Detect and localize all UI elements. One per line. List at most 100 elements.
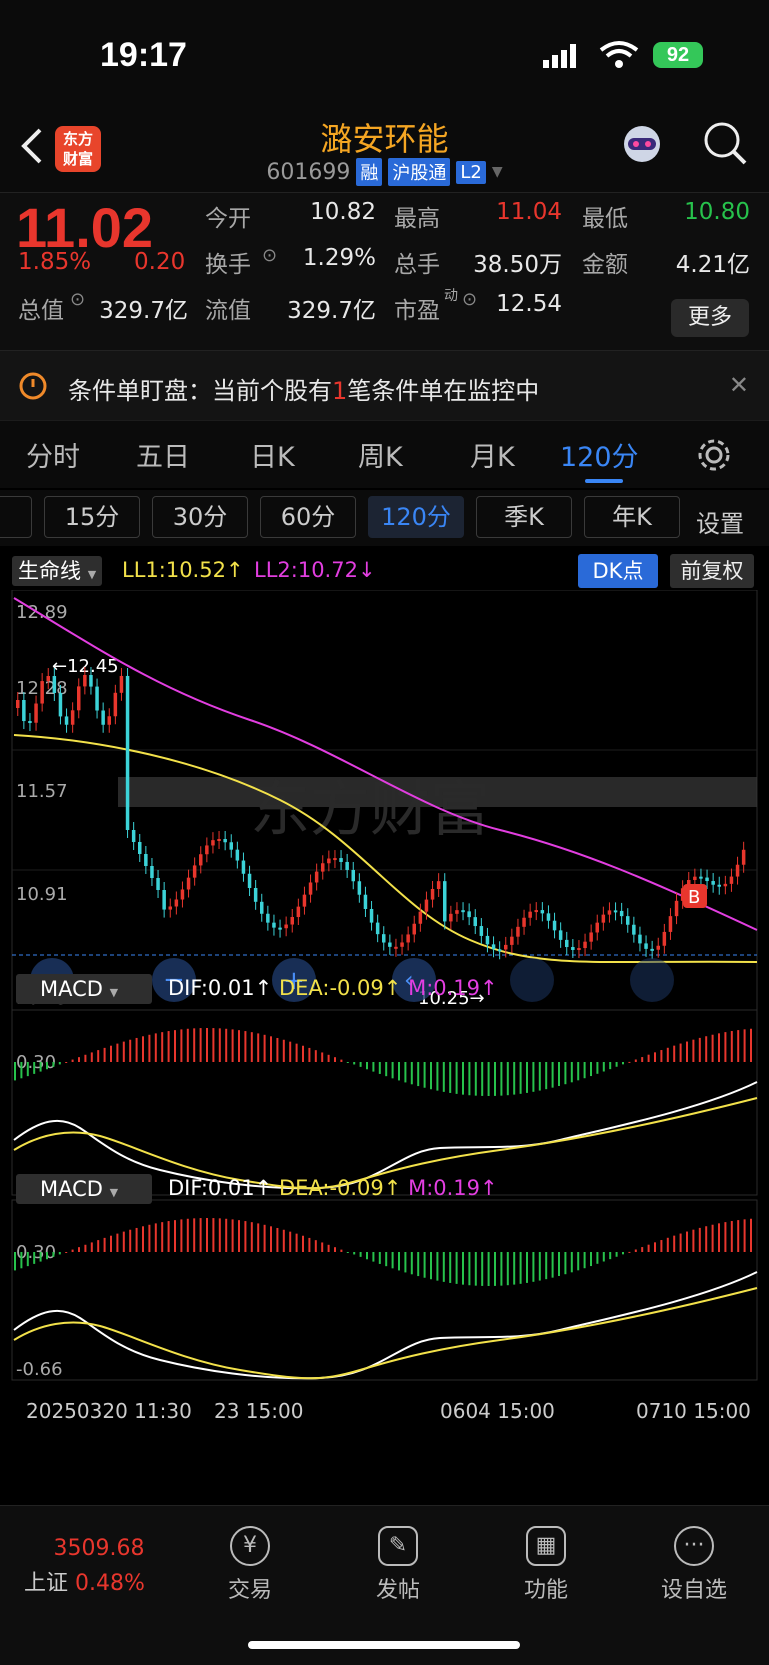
high-value: 11.04 [496, 199, 562, 225]
open-value: 10.82 [310, 199, 376, 225]
macd-bar [14, 1062, 16, 1081]
dk-button[interactable]: DK点 [578, 554, 658, 588]
macd-bar [647, 1054, 650, 1062]
macd-bar [359, 1062, 362, 1067]
tab-daily-k[interactable]: 日K [250, 435, 295, 474]
index-change: 0.48% [75, 1571, 145, 1596]
macd-bar [161, 1032, 164, 1062]
macd-bar [583, 1252, 586, 1269]
macd-bar [628, 1061, 631, 1063]
macd-bar [334, 1057, 336, 1062]
macd-bar [526, 1252, 528, 1283]
index-ticker[interactable]: 3509.68 上证 0.48% [24, 1536, 174, 1597]
macd-bar [622, 1062, 624, 1065]
macd-bar [602, 1062, 605, 1072]
macd-bar [148, 1224, 151, 1252]
info-icon[interactable]: ⊙ [262, 245, 277, 266]
index-name: 上证 [24, 1571, 69, 1596]
time-label: 0604 15:00 [440, 1399, 555, 1423]
macd-select[interactable]: MACD ▼ [16, 1174, 152, 1204]
macd-bar [129, 1229, 132, 1252]
svg-text:-0.66: -0.66 [16, 1359, 63, 1380]
tag-margin: 融 [356, 158, 383, 186]
kline-chart-area[interactable]: 生命线 ▼ LL1:10.52↑ LL2:10.72↓ DK点 前复权 东方财富… [0, 550, 769, 1485]
nav-trade[interactable]: ¥ 交易 [190, 1526, 310, 1604]
adjust-button[interactable]: 前复权 [670, 554, 754, 588]
macd-bar [295, 1233, 298, 1252]
macd-bar [270, 1226, 272, 1252]
macd-bar [257, 1223, 260, 1252]
macd-bar [398, 1252, 400, 1271]
period-partial[interactable] [0, 496, 32, 538]
macd-bar [340, 1249, 343, 1252]
tab-intraday[interactable]: 分时 [26, 435, 80, 474]
nav-post[interactable]: ✎ 发帖 [338, 1526, 458, 1604]
macd-bar [225, 1218, 228, 1252]
amount-label: 金额 [582, 252, 628, 278]
gear-icon[interactable] [696, 437, 732, 477]
period-60min[interactable]: 60分 [260, 496, 356, 538]
macd-bar [647, 1244, 650, 1252]
macd-bar [212, 1218, 215, 1252]
turnover-value: 1.29% [302, 245, 376, 271]
wifi-icon [599, 40, 639, 74]
robot-assistant-icon[interactable] [618, 122, 666, 174]
macd-bar [90, 1242, 93, 1252]
macd-bar [327, 1054, 330, 1062]
info-icon[interactable]: ⊙ [70, 289, 85, 310]
settings-link[interactable]: 设置 [696, 504, 744, 539]
search-icon[interactable] [702, 120, 748, 170]
macd-bar [494, 1252, 496, 1286]
dropdown-icon[interactable]: ▼ [492, 164, 503, 180]
macd-bar [372, 1062, 375, 1072]
period-15min[interactable]: 15分 [44, 496, 140, 538]
macd-bar [666, 1047, 669, 1062]
period-year-k[interactable]: 年K [584, 496, 680, 538]
watermark: 东方财富 [250, 775, 490, 845]
grid-icon: ▦ [526, 1526, 566, 1566]
macd-bar [545, 1062, 548, 1090]
period-quarter-k[interactable]: 季K [476, 496, 572, 538]
macd-bar [154, 1033, 157, 1062]
macd-bar [327, 1244, 330, 1252]
tab-monthly-k[interactable]: 月K [470, 435, 515, 474]
macd-bar [282, 1039, 285, 1062]
time-label: 23 15:00 [214, 1399, 303, 1423]
macd-bar [26, 1252, 29, 1267]
tab-weekly-k[interactable]: 周K [358, 435, 403, 474]
macd-bar [180, 1219, 183, 1252]
ll2-value: LL2:10.72↓ [254, 558, 376, 582]
tab-five-day[interactable]: 五日 [136, 435, 190, 474]
macd-bar [679, 1043, 682, 1062]
macd-bar [206, 1028, 208, 1062]
more-button[interactable]: 更多 [671, 299, 749, 337]
macd-select[interactable]: MACD ▼ [16, 974, 152, 1004]
macd-bar [353, 1062, 356, 1065]
macd-bar [52, 1062, 55, 1067]
period-30min[interactable]: 30分 [152, 496, 248, 538]
nav-functions[interactable]: ▦ 功能 [486, 1526, 606, 1604]
macd-bar [346, 1062, 349, 1063]
macd-bar [378, 1252, 381, 1264]
close-icon[interactable]: ✕ [729, 371, 749, 399]
macd-bar [167, 1221, 170, 1252]
macd-bar [142, 1226, 144, 1252]
tab-120min[interactable]: 120分 [560, 435, 639, 474]
home-indicator [248, 1641, 520, 1649]
time-label: 20250320 11:30 [26, 1399, 192, 1423]
macd-bar [545, 1252, 548, 1280]
macd-bar [20, 1252, 23, 1269]
period-120min[interactable]: 120分 [368, 496, 464, 538]
nav-add-watchlist[interactable]: ··· 设自选 [634, 1526, 754, 1604]
low-label: 最低 [582, 206, 628, 232]
condition-order-notice[interactable]: 条件单盯盘：当前个股有1笔条件单在监控中 ✕ [0, 350, 769, 420]
macd-bar [698, 1037, 701, 1062]
macd-bar [673, 1235, 676, 1252]
macd-bar [564, 1062, 567, 1085]
macd-bar [570, 1252, 573, 1273]
kline-svg[interactable]: 东方财富 12.89 12.28 11.57 10.91 10.25 ←12.4… [0, 590, 769, 1485]
yuan-icon: ¥ [230, 1526, 270, 1566]
macd-bar [468, 1062, 471, 1096]
indicator-select[interactable]: 生命线 ▼ [12, 556, 103, 586]
macd-bar [679, 1233, 682, 1252]
